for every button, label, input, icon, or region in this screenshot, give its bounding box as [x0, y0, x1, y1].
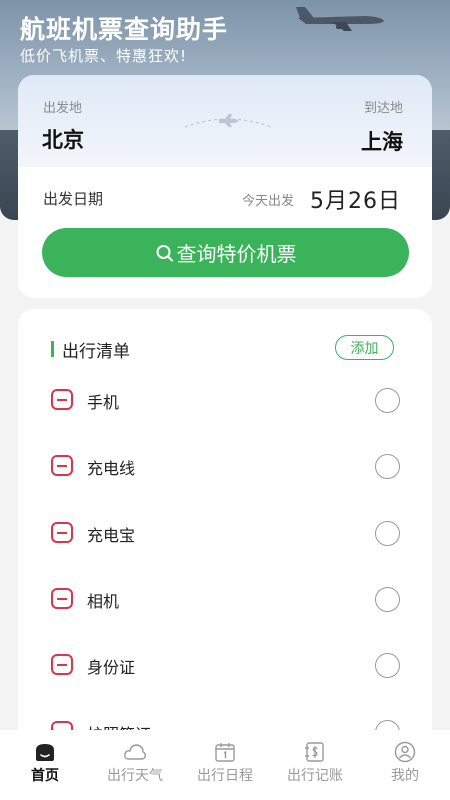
delete-item-icon[interactable] — [51, 455, 73, 476]
delete-item-icon[interactable] — [51, 588, 73, 609]
tab-accounting[interactable]: 出行记账 — [270, 730, 360, 800]
delete-item-icon[interactable] — [51, 654, 73, 675]
item-label: 身份证 — [87, 658, 136, 677]
item-checkbox[interactable] — [375, 388, 400, 413]
to-label: 到达地 — [364, 101, 404, 116]
flight-route-icon[interactable] — [183, 111, 273, 131]
item-checkbox[interactable] — [375, 521, 400, 546]
tab-label: 首页 — [31, 768, 59, 784]
item-label: 手机 — [87, 393, 120, 412]
add-item-button[interactable]: 添加 — [335, 335, 394, 360]
list-item: 身份证 — [18, 645, 432, 685]
tab-label: 出行天气 — [107, 768, 163, 784]
list-item: 充电宝 — [18, 513, 432, 553]
tab-profile[interactable]: 我的 — [360, 730, 450, 800]
item-checkbox[interactable] — [375, 454, 400, 479]
from-city[interactable]: 北京 — [42, 124, 84, 154]
tab-label: 出行日程 — [197, 768, 253, 784]
item-checkbox[interactable] — [375, 587, 400, 612]
airplane-image — [296, 7, 384, 31]
list-item: 充电线 — [18, 446, 432, 486]
date-label: 出发日期 — [43, 190, 104, 208]
bill-icon — [305, 742, 324, 762]
tab-home[interactable]: 首页 — [0, 730, 90, 800]
delete-item-icon[interactable] — [51, 389, 73, 410]
list-item: 手机 — [18, 380, 432, 420]
item-checkbox[interactable] — [375, 653, 400, 678]
item-label: 充电线 — [87, 459, 136, 478]
checklist-title: 出行清单 — [62, 342, 130, 362]
tab-schedule[interactable]: 出行日程 — [180, 730, 270, 800]
tab-weather[interactable]: 出行天气 — [90, 730, 180, 800]
app-title: 航班机票查询助手 — [20, 15, 229, 44]
to-city[interactable]: 上海 — [361, 126, 403, 156]
search-button-label: 查询特价机票 — [176, 242, 297, 266]
search-cheap-flights-button[interactable]: 查询特价机票 — [42, 228, 409, 277]
flight-search-card: 出发地 到达地 北京 上海 出发日期 今天出发 5月26日 查询特价机票 — [18, 75, 432, 298]
delete-item-icon[interactable] — [51, 522, 73, 543]
departure-date[interactable]: 5月26日 — [310, 183, 401, 215]
search-icon — [156, 244, 173, 261]
cloud-icon — [124, 744, 146, 760]
section-accent-bar — [51, 341, 54, 357]
item-label: 充电宝 — [87, 526, 136, 545]
home-icon — [36, 744, 54, 761]
tab-label: 出行记账 — [287, 768, 343, 784]
from-label: 出发地 — [43, 101, 83, 116]
app-subtitle: 低价飞机票、特惠狂欢! — [20, 47, 188, 65]
user-icon — [394, 741, 416, 763]
item-label: 相机 — [87, 592, 120, 611]
calendar-icon — [215, 743, 235, 762]
bottom-tab-bar: 首页 出行天气 出行日程 出行记账 我的 — [0, 730, 450, 800]
list-item: 相机 — [18, 579, 432, 619]
checklist-card: 出行清单 添加 手机 充电线 充电宝 相机 身份证 护照签证 — [18, 309, 432, 749]
tab-label: 我的 — [391, 768, 419, 784]
today-label: 今天出发 — [242, 194, 295, 209]
